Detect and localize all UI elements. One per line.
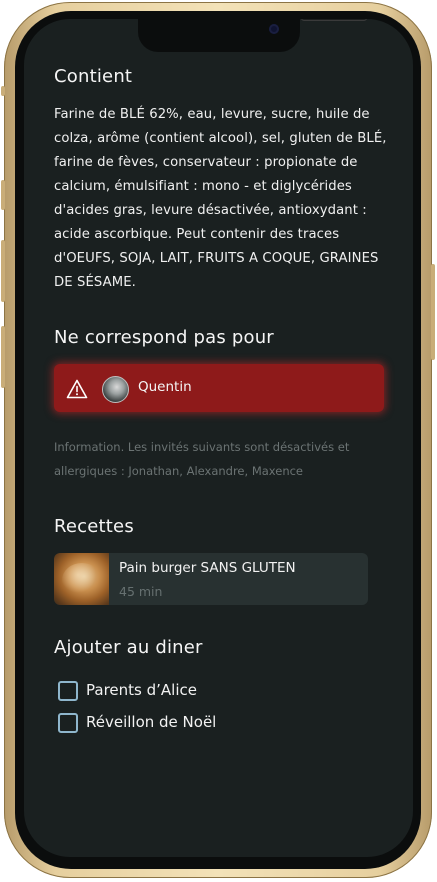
warning-triangle-icon: [66, 379, 88, 399]
volume-up-button: [1, 180, 5, 210]
notch: [138, 19, 367, 52]
volume-side-button: [1, 326, 5, 388]
checkbox[interactable]: [58, 681, 78, 701]
power-button: [431, 264, 435, 360]
section-title-contains: Contient: [54, 66, 133, 87]
front-camera: [269, 24, 279, 34]
avatar: [102, 376, 129, 403]
dinner-option-label: Réveillon de Noël: [86, 713, 217, 731]
section-title-recipes: Recettes: [54, 516, 134, 537]
section-title-add-to-dinner: Ajouter au diner: [54, 637, 203, 658]
alert-person-name: Quentin: [138, 379, 192, 395]
speaker-grill: [301, 19, 367, 21]
volume-down-button: [1, 240, 5, 302]
ingredients-text: Farine de BLÉ 62%, eau, levure, sucre, h…: [54, 107, 387, 290]
checkbox[interactable]: [58, 713, 78, 733]
recipe-thumbnail: [54, 553, 109, 605]
recipe-time: 45 min: [119, 584, 163, 599]
recipe-name: Pain burger SANS GLUTEN: [119, 560, 296, 576]
info-note: Information. Les invités suivants sont d…: [54, 440, 350, 478]
dinner-option-label: Parents d’Alice: [86, 681, 197, 699]
allergy-alert[interactable]: Quentin: [54, 364, 384, 412]
section-title-not-suitable: Ne correspond pas pour: [54, 327, 274, 348]
recipe-card[interactable]: Pain burger SANS GLUTEN 45 min: [54, 553, 368, 605]
side-button-action: [1, 86, 5, 96]
app-screen: Contient Farine de BLÉ 62%, eau, levure,…: [24, 19, 413, 857]
